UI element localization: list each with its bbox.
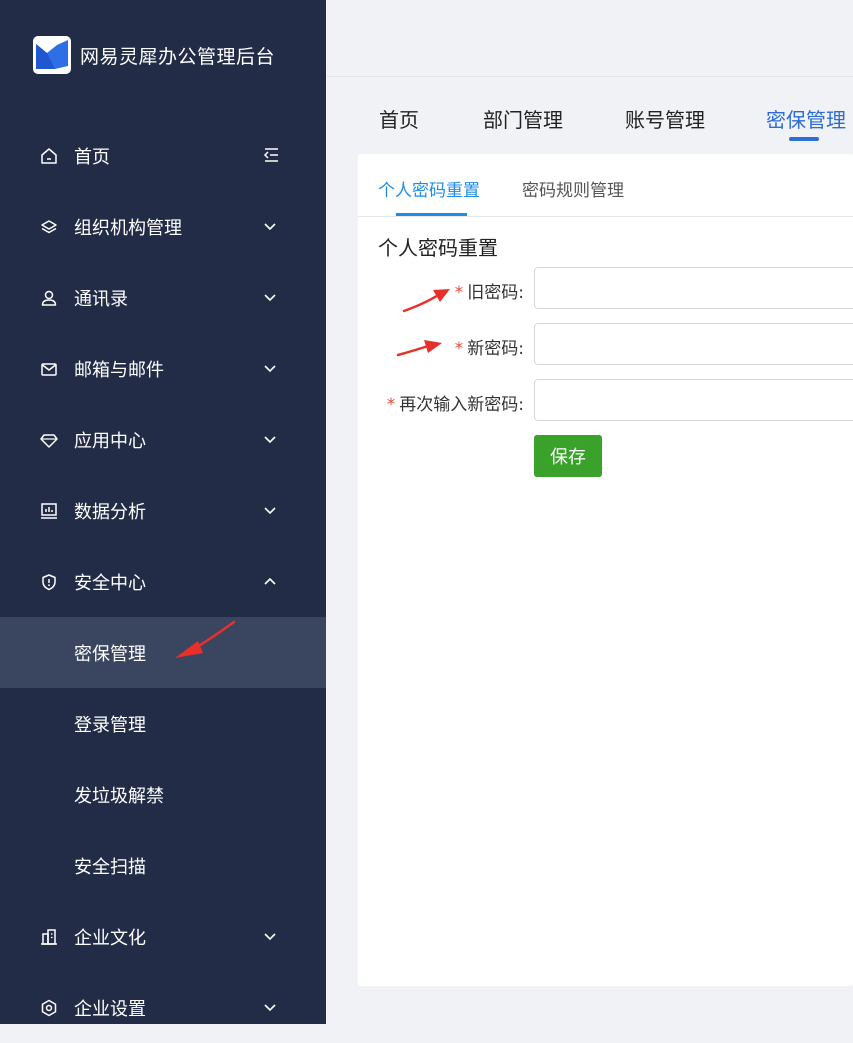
form-row-confirm-password: * 再次输入新密码: — [358, 379, 853, 423]
sidebar-item-apps[interactable]: 应用中心 — [0, 404, 326, 475]
section-title: 个人密码重置 — [378, 236, 498, 260]
save-button[interactable]: 保存 — [534, 435, 602, 477]
sidebar-subitem-security-scan[interactable]: 安全扫描 — [0, 830, 326, 901]
sidebar: 网易灵犀办公管理后台 首页 组织机构管理 通讯录 邮箱与邮件 应用中心 数据分析… — [0, 0, 326, 1024]
chevron-down-icon — [264, 933, 276, 941]
brand[interactable]: 网易灵犀办公管理后台 — [33, 36, 275, 74]
chevron-down-icon — [264, 365, 276, 373]
sidebar-item-label: 首页 — [74, 146, 110, 168]
sidebar-subitem-security-question[interactable]: 密保管理 — [0, 617, 326, 688]
sidebar-item-settings[interactable]: 企业设置 — [0, 972, 326, 1043]
home-icon — [41, 148, 57, 164]
sidebar-item-label: 邮箱与邮件 — [74, 359, 164, 381]
sidebar-item-analytics[interactable]: 数据分析 — [0, 475, 326, 546]
sidebar-subitem-login-management[interactable]: 登录管理 — [0, 688, 326, 759]
chevron-down-icon — [264, 223, 276, 231]
chevron-down-icon — [264, 294, 276, 302]
sidebar-menu: 首页 组织机构管理 通讯录 邮箱与邮件 应用中心 数据分析 安全中心 密保管理 … — [0, 120, 326, 1043]
building-icon — [41, 929, 57, 945]
navtab-home[interactable]: 首页 — [379, 104, 419, 133]
chevron-down-icon — [264, 436, 276, 444]
navtab-active-indicator — [789, 137, 819, 141]
sub-tabs: 个人密码重置 密码规则管理 — [358, 154, 853, 217]
new-password-label: * 新密码: — [454, 339, 524, 359]
sidebar-item-label: 安全中心 — [74, 572, 146, 594]
confirm-password-label: * 再次输入新密码: — [386, 395, 524, 415]
confirm-password-input[interactable] — [534, 379, 853, 421]
sidebar-subitem-label: 发垃圾解禁 — [74, 785, 164, 807]
subtab-active-indicator — [396, 213, 467, 216]
chevron-up-icon — [264, 577, 276, 585]
new-password-input[interactable] — [534, 323, 853, 365]
nav-tabs: 首页 部门管理 账号管理 密保管理 — [326, 92, 853, 148]
sidebar-item-label: 数据分析 — [74, 501, 146, 523]
monitor-chart-icon — [41, 503, 57, 519]
subtab-personal-password-reset[interactable]: 个人密码重置 — [378, 176, 480, 201]
chevron-down-icon — [264, 507, 276, 515]
sidebar-item-home[interactable]: 首页 — [0, 120, 326, 191]
old-password-input[interactable] — [534, 267, 853, 309]
sidebar-subitem-label: 安全扫描 — [74, 856, 146, 878]
navtab-department[interactable]: 部门管理 — [483, 104, 563, 133]
required-mark: * — [454, 283, 464, 303]
user-icon — [41, 290, 57, 306]
sidebar-item-label: 组织机构管理 — [74, 217, 182, 239]
sidebar-item-label: 通讯录 — [74, 288, 128, 310]
content-card: 个人密码重置 密码规则管理 个人密码重置 * 旧密码: * 新密码: * 再次输入新密… — [358, 154, 853, 986]
form-row-old-password: * 旧密码: — [358, 267, 853, 311]
sidebar-item-contacts[interactable]: 通讯录 — [0, 262, 326, 333]
layers-icon — [41, 220, 57, 234]
sidebar-item-label: 企业文化 — [74, 927, 146, 949]
mail-icon — [41, 363, 57, 376]
sidebar-subitem-spam-unban[interactable]: 发垃圾解禁 — [0, 759, 326, 830]
brand-title: 网易灵犀办公管理后台 — [80, 45, 276, 68]
sidebar-item-organization[interactable]: 组织机构管理 — [0, 191, 326, 262]
chevron-down-icon — [264, 1004, 276, 1012]
shield-icon — [42, 574, 56, 591]
required-mark: * — [454, 339, 464, 359]
navtab-security-question[interactable]: 密保管理 — [766, 104, 846, 133]
old-password-label: * 旧密码: — [454, 283, 524, 303]
navtab-account[interactable]: 账号管理 — [625, 104, 705, 133]
sidebar-subitem-label: 密保管理 — [74, 643, 146, 665]
top-header — [326, 0, 853, 77]
sidebar-item-security[interactable]: 安全中心 — [0, 546, 326, 617]
diamond-icon — [40, 434, 58, 448]
sidebar-item-label: 企业设置 — [74, 998, 146, 1020]
subtab-password-rules[interactable]: 密码规则管理 — [522, 176, 624, 201]
gear-icon — [41, 999, 57, 1017]
sidebar-subitem-label: 登录管理 — [74, 714, 146, 736]
collapse-icon[interactable] — [262, 146, 280, 164]
lingxi-logo-icon — [33, 36, 71, 74]
sidebar-item-mail[interactable]: 邮箱与邮件 — [0, 333, 326, 404]
required-mark: * — [386, 395, 396, 415]
sidebar-item-culture[interactable]: 企业文化 — [0, 901, 326, 972]
form-row-new-password: * 新密码: — [358, 323, 853, 367]
sidebar-item-label: 应用中心 — [74, 430, 146, 452]
